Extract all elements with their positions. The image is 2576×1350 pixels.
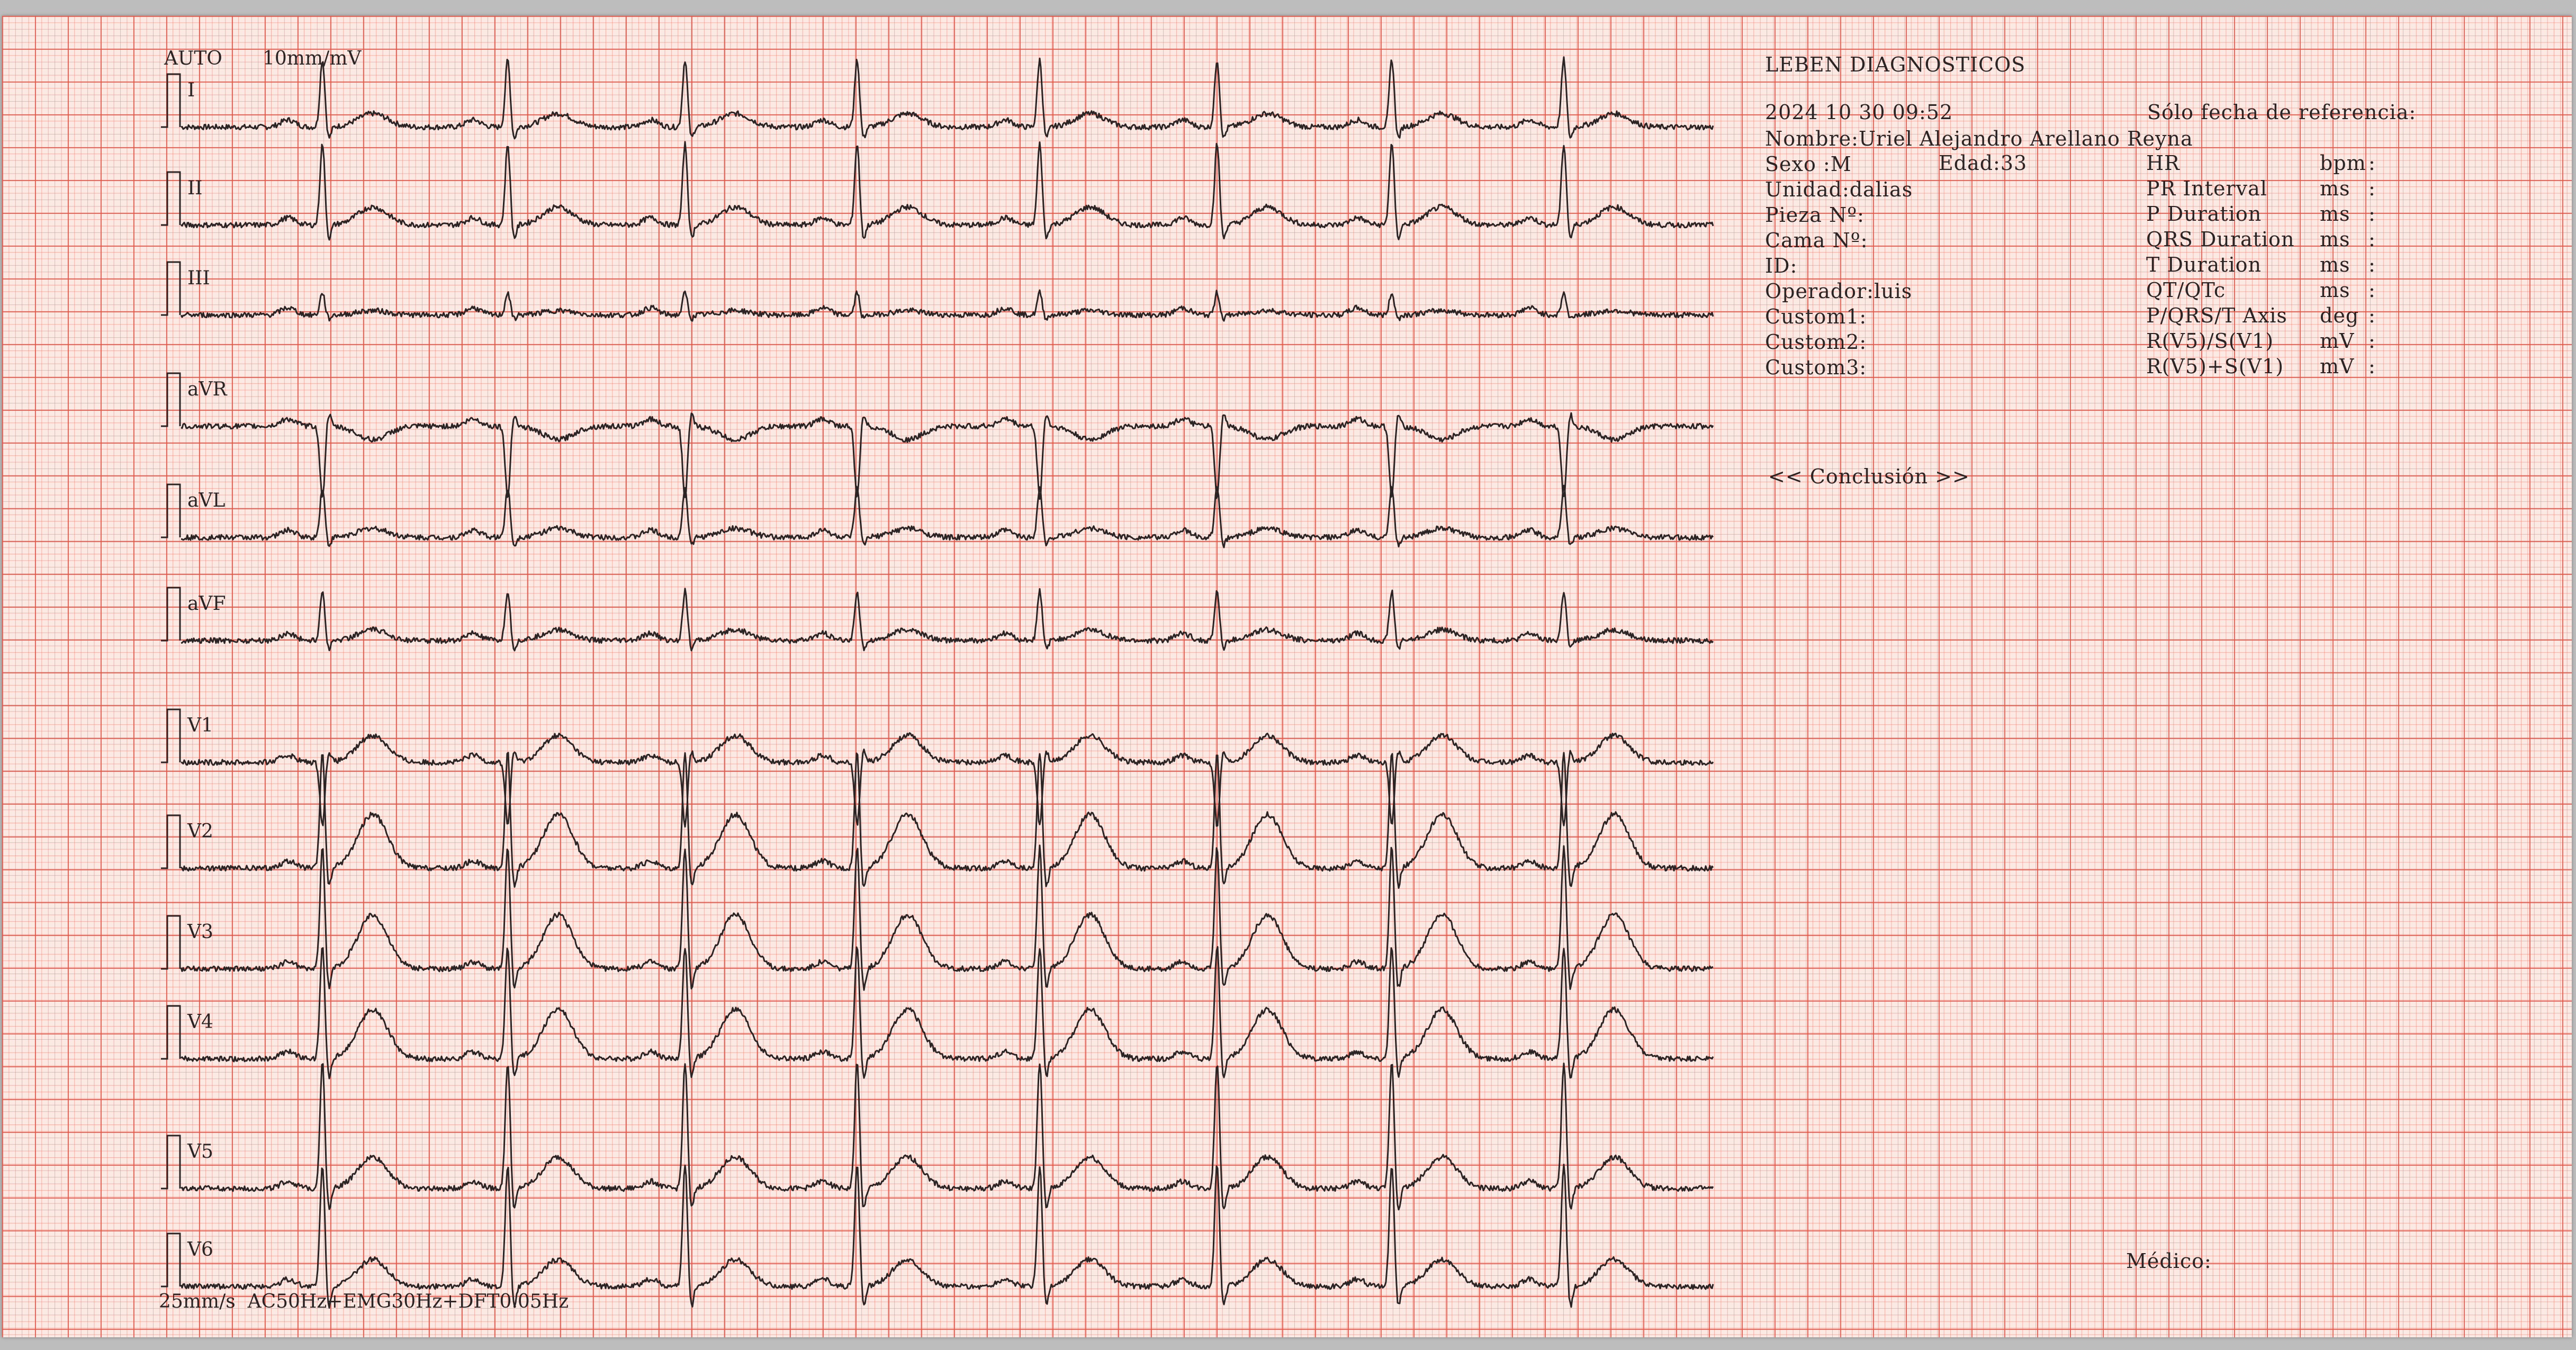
patient-age: Edad:33 bbox=[1939, 151, 2028, 175]
reference-note: Sólo fecha de referencia: bbox=[2147, 101, 2417, 124]
measurement-label: PR Interval bbox=[2146, 177, 2267, 200]
measurement-sep: : bbox=[2368, 329, 2376, 353]
measurement-label: R(V5)/S(V1) bbox=[2146, 329, 2274, 353]
measurement-unit: ms bbox=[2320, 228, 2350, 251]
calibration-pulse bbox=[161, 1232, 181, 1288]
measurement-sep: : bbox=[2368, 151, 2376, 175]
trace-v1 bbox=[181, 732, 1714, 828]
measurement-sep: : bbox=[2368, 355, 2376, 378]
trace-v2 bbox=[180, 752, 1714, 889]
measurement-unit: ms bbox=[2320, 177, 2350, 200]
patient-field: Sexo :M bbox=[1765, 152, 1852, 176]
trace-i bbox=[181, 56, 1714, 140]
footer-settings: 25mm/s AC50Hz+EMG30Hz+DFT0.05Hz bbox=[159, 1291, 569, 1312]
lead-label-i: I bbox=[187, 79, 195, 101]
calibration-pulse bbox=[161, 708, 181, 763]
lead-label-iii: III bbox=[187, 267, 210, 289]
measurement-sep: : bbox=[2368, 228, 2376, 251]
measurement-label: P Duration bbox=[2146, 202, 2262, 226]
company-name: LEBEN DIAGNOSTICOS bbox=[1765, 53, 2026, 76]
lead-label-v6: V6 bbox=[187, 1239, 213, 1261]
measurement-sep: : bbox=[2368, 253, 2376, 276]
trace-iii bbox=[180, 289, 1714, 322]
trace-ii bbox=[180, 141, 1714, 241]
patient-field: Custom3: bbox=[1765, 356, 1867, 379]
trace-avl bbox=[181, 484, 1714, 548]
measurement-label: HR bbox=[2146, 151, 2180, 175]
measurement-unit: ms bbox=[2320, 278, 2350, 302]
gain-label: AUTO bbox=[164, 48, 222, 69]
trace-v6 bbox=[180, 1164, 1714, 1309]
calibration-pulse bbox=[161, 73, 181, 128]
calibration-pulse bbox=[161, 261, 181, 316]
measurement-label: T Duration bbox=[2146, 253, 2262, 276]
patient-field: Operador:luis bbox=[1765, 280, 1913, 303]
lead-label-avl: aVL bbox=[187, 490, 226, 511]
patient-field: Pieza Nº: bbox=[1765, 203, 1865, 227]
patient-field: Cama Nº: bbox=[1765, 229, 1868, 252]
calibration-pulse bbox=[161, 1005, 181, 1060]
lead-label-v5: V5 bbox=[187, 1141, 213, 1163]
measurement-label: R(V5)+S(V1) bbox=[2146, 355, 2284, 378]
calibration-pulse bbox=[161, 814, 181, 869]
measurement-unit: mV bbox=[2320, 355, 2355, 378]
lead-label-avr: aVR bbox=[187, 379, 227, 400]
trace-avr bbox=[181, 412, 1714, 500]
trace-avf bbox=[181, 588, 1714, 652]
lead-label-ii: II bbox=[187, 177, 203, 199]
sensitivity-label: 10mm/mV bbox=[263, 48, 362, 69]
measurement-sep: : bbox=[2368, 304, 2376, 327]
lead-label-v1: V1 bbox=[187, 715, 213, 736]
patient-field: Custom2: bbox=[1765, 330, 1867, 354]
measurement-sep: : bbox=[2368, 177, 2376, 200]
calibration-pulse bbox=[161, 915, 181, 970]
measurement-unit: ms bbox=[2320, 202, 2350, 226]
measurement-label: P/QRS/T Axis bbox=[2146, 304, 2287, 327]
measurement-label: QT/QTc bbox=[2146, 278, 2226, 302]
conclusion-label: << Conclusión >> bbox=[1768, 465, 1970, 488]
trace-v5 bbox=[181, 1063, 1714, 1211]
calibration-pulse bbox=[161, 171, 181, 226]
measurement-unit: mV bbox=[2320, 329, 2355, 353]
lead-label-avf: aVF bbox=[187, 593, 226, 615]
lead-label-v3: V3 bbox=[187, 921, 213, 943]
calibration-pulse bbox=[161, 587, 181, 642]
doctor-label: Médico: bbox=[2126, 1249, 2212, 1273]
patient-field: Nombre:Uriel Alejandro Arellano Reyna bbox=[1765, 127, 2193, 150]
lead-label-v4: V4 bbox=[187, 1011, 213, 1033]
ecg-paper: AUTO 10mm/mV I II III aVR aVL aVF V1 V2 V3 V4 V5 V6… bbox=[2, 16, 2572, 1337]
patient-field: Unidad:dalias bbox=[1765, 178, 1913, 201]
measurement-sep: : bbox=[2368, 278, 2376, 302]
calibration-pulse bbox=[161, 1135, 181, 1190]
measurement-label: QRS Duration bbox=[2146, 228, 2295, 251]
measurement-sep: : bbox=[2368, 202, 2376, 226]
measurement-unit: bpm bbox=[2320, 151, 2366, 175]
lead-label-v2: V2 bbox=[187, 821, 213, 842]
patient-field: Custom1: bbox=[1765, 305, 1867, 328]
calibration-pulse bbox=[161, 483, 181, 538]
calibration-pulse bbox=[161, 372, 181, 427]
measurement-unit: ms bbox=[2320, 253, 2350, 276]
measurement-unit: deg bbox=[2320, 304, 2359, 327]
record-datetime: 2024 10 30 09:52 bbox=[1765, 101, 1953, 124]
patient-field: ID: bbox=[1765, 254, 1798, 277]
